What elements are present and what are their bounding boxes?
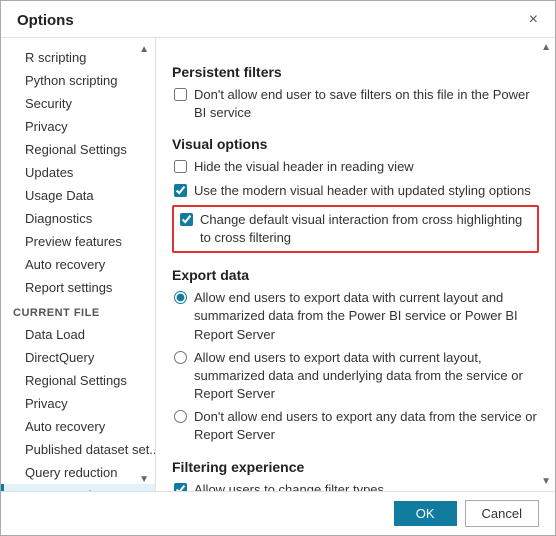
radio-export-underlying[interactable] (174, 351, 187, 364)
sidebar-item-diagnostics[interactable]: Diagnostics (1, 207, 155, 230)
section-title-persistent-filters: Persistent filters (172, 64, 539, 80)
section-title-export-data: Export data (172, 267, 539, 283)
sidebar-scroll-up-icon[interactable]: ▲ (139, 44, 149, 55)
sidebar-item-query-reduction[interactable]: Query reduction (1, 461, 155, 484)
dialog-body: ▲ R scripting Python scripting Security … (1, 38, 555, 491)
sidebar-item-auto-recovery-global[interactable]: Auto recovery (1, 253, 155, 276)
radio-export-none[interactable] (174, 410, 187, 423)
option-label-export-3: Don't allow end users to export any data… (194, 408, 539, 444)
option-row-export-2: Allow end users to export data with curr… (172, 349, 539, 404)
option-row-filter-types: Allow users to change filter types (172, 481, 539, 491)
main-content: ▲ Persistent filters Don't allow end use… (156, 38, 555, 491)
current-file-header: CURRENT FILE (1, 299, 155, 323)
sidebar-item-directquery[interactable]: DirectQuery (1, 346, 155, 369)
checkbox-modern-header[interactable] (174, 184, 187, 197)
option-label-filter-types: Allow users to change filter types (194, 481, 384, 491)
sidebar-item-privacy-cf[interactable]: Privacy (1, 392, 155, 415)
sidebar-item-privacy[interactable]: Privacy (1, 115, 155, 138)
ok-button[interactable]: OK (394, 501, 457, 526)
options-dialog: Options × ▲ R scripting Python scripting… (0, 0, 556, 536)
sidebar-item-published-dataset[interactable]: Published dataset set... (1, 438, 155, 461)
option-row-export-1: Allow end users to export data with curr… (172, 289, 539, 344)
checkbox-filter-types[interactable] (174, 483, 187, 491)
option-row-export-3: Don't allow end users to export any data… (172, 408, 539, 444)
dialog-titlebar: Options × (1, 1, 555, 38)
sidebar-item-regional-settings[interactable]: Regional Settings (1, 138, 155, 161)
main-scroll-down-icon[interactable]: ▼ (541, 476, 551, 487)
checkbox-cross-filter[interactable] (180, 213, 193, 226)
sidebar-item-regional-settings-cf[interactable]: Regional Settings (1, 369, 155, 392)
option-label-modern-header: Use the modern visual header with update… (194, 182, 531, 200)
option-label-cross-filter: Change default visual interaction from c… (200, 211, 531, 247)
section-title-visual-options: Visual options (172, 136, 539, 152)
sidebar: ▲ R scripting Python scripting Security … (1, 38, 156, 491)
option-label-export-2: Allow end users to export data with curr… (194, 349, 539, 404)
sidebar-item-auto-recovery-cf[interactable]: Auto recovery (1, 415, 155, 438)
sidebar-item-python-scripting[interactable]: Python scripting (1, 69, 155, 92)
sidebar-item-preview-features[interactable]: Preview features (1, 230, 155, 253)
dialog-footer: OK Cancel (1, 491, 555, 535)
option-row-modern-header: Use the modern visual header with update… (172, 182, 539, 200)
sidebar-scroll-down-icon[interactable]: ▼ (139, 474, 149, 485)
radio-export-summarized[interactable] (174, 291, 187, 304)
sidebar-list: R scripting Python scripting Security Pr… (1, 38, 156, 491)
main-scroll-up-icon[interactable]: ▲ (541, 42, 551, 53)
close-button[interactable]: × (524, 9, 543, 31)
sidebar-item-report-settings-cf[interactable]: Report settings (1, 484, 155, 491)
sidebar-item-data-load[interactable]: Data Load (1, 323, 155, 346)
highlighted-option-cross-filter: Change default visual interaction from c… (172, 205, 539, 253)
option-label-export-1: Allow end users to export data with curr… (194, 289, 539, 344)
option-label-hide-visual-header: Hide the visual header in reading view (194, 158, 414, 176)
sidebar-item-updates[interactable]: Updates (1, 161, 155, 184)
sidebar-item-report-settings-global[interactable]: Report settings (1, 276, 155, 299)
checkbox-persistent-filter[interactable] (174, 88, 187, 101)
option-row-hide-visual-header: Hide the visual header in reading view (172, 158, 539, 176)
sidebar-item-usage-data[interactable]: Usage Data (1, 184, 155, 207)
sidebar-item-r-scripting[interactable]: R scripting (1, 46, 155, 69)
dialog-title: Options (17, 12, 74, 29)
section-title-filtering: Filtering experience (172, 459, 539, 475)
option-row-persistent-filter: Don't allow end user to save filters on … (172, 86, 539, 122)
option-label-persistent-filter: Don't allow end user to save filters on … (194, 86, 539, 122)
checkbox-hide-visual-header[interactable] (174, 160, 187, 173)
cancel-button[interactable]: Cancel (465, 500, 539, 527)
sidebar-item-security[interactable]: Security (1, 92, 155, 115)
